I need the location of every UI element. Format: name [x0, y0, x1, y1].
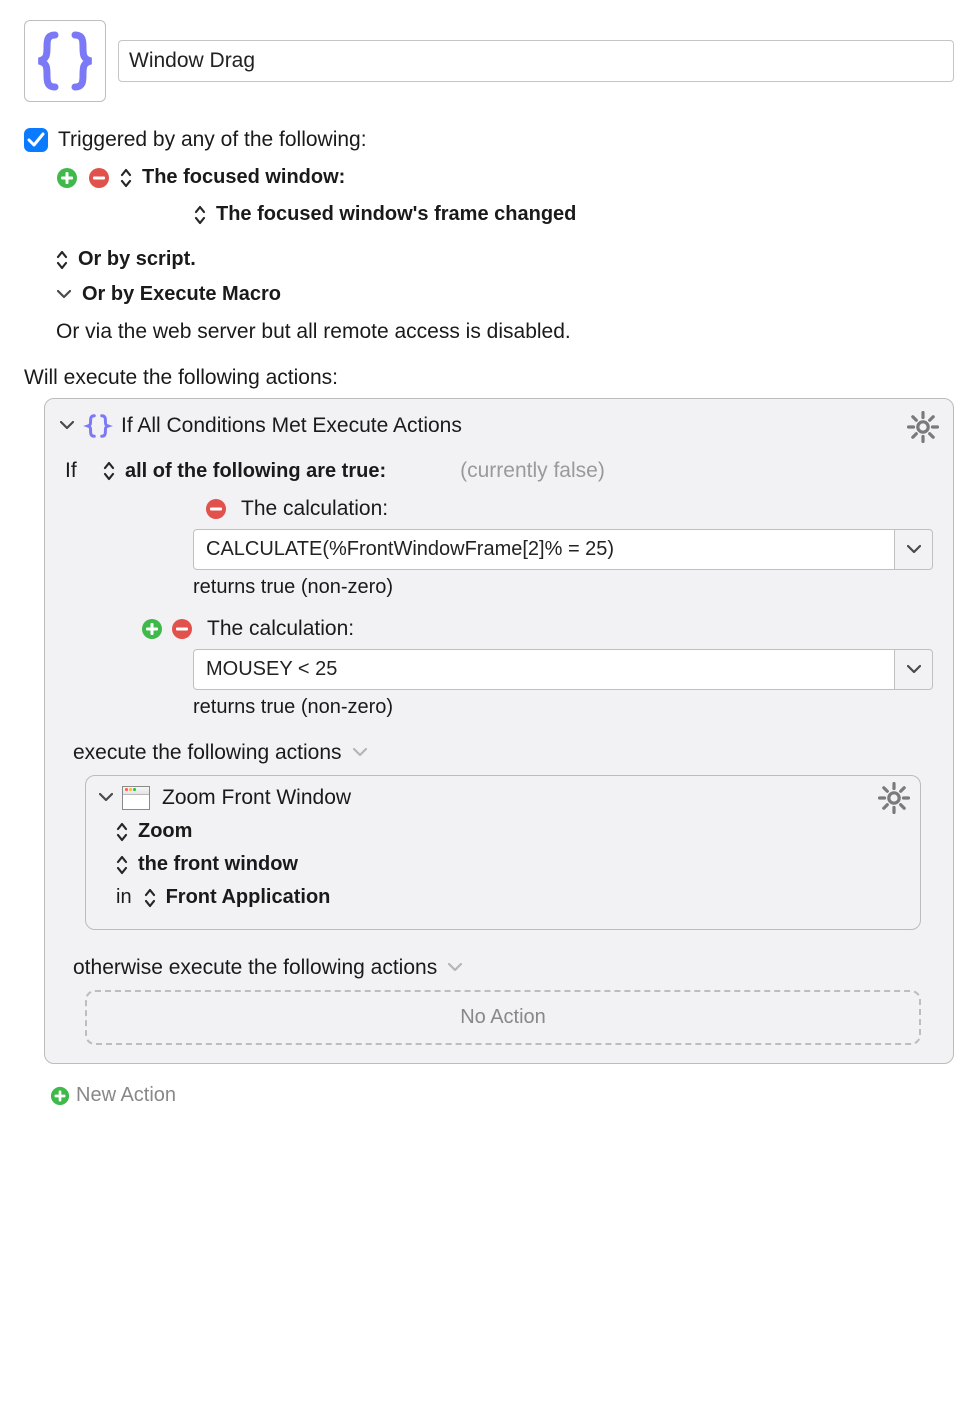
qualifier-select-icon[interactable]: [103, 461, 115, 481]
gear-icon[interactable]: [878, 782, 910, 814]
execute-options-icon[interactable]: [352, 745, 368, 761]
qualifier-label: all of the following are true:: [125, 460, 386, 483]
zoom-verb: Zoom: [138, 820, 192, 843]
remove-condition-icon[interactable]: [171, 618, 193, 640]
condition-label: The calculation:: [241, 497, 388, 521]
trigger-type-select-icon[interactable]: [120, 168, 132, 188]
gear-icon[interactable]: [907, 411, 939, 443]
or-script-select-icon[interactable]: [56, 250, 68, 270]
or-execute-disclosure-icon[interactable]: [56, 287, 72, 303]
returns-label: returns true (non-zero): [193, 576, 933, 599]
if-action-title: If All Conditions Met Execute Actions: [121, 414, 462, 438]
zoom-app-select-icon[interactable]: [144, 888, 156, 908]
returns-label: returns true (non-zero): [193, 696, 933, 719]
execute-label: execute the following actions: [73, 741, 342, 765]
calculation-token-dropdown[interactable]: [895, 529, 933, 570]
new-action-label[interactable]: New Action: [76, 1084, 176, 1107]
window-icon: [122, 786, 150, 810]
enabled-checkbox[interactable]: [24, 128, 48, 152]
zoom-app: Front Application: [166, 886, 331, 909]
remove-condition-icon[interactable]: [205, 498, 227, 520]
macro-icon[interactable]: [24, 20, 106, 102]
braces-icon: [83, 413, 113, 439]
status-hint: (currently false): [460, 459, 605, 483]
no-action-placeholder[interactable]: No Action: [85, 990, 921, 1045]
in-prefix: in: [116, 886, 132, 909]
or-execute-label: Or by Execute Macro: [82, 283, 281, 306]
if-prefix: If: [65, 459, 93, 483]
triggers-heading: Triggered by any of the following:: [58, 128, 367, 152]
zoom-disclosure-icon[interactable]: [98, 790, 114, 806]
calculation-token-dropdown[interactable]: [895, 649, 933, 690]
add-trigger-icon[interactable]: [56, 167, 78, 189]
macro-title-input[interactable]: [118, 40, 954, 82]
otherwise-label: otherwise execute the following actions: [73, 956, 437, 980]
or-script-label: Or by script.: [78, 248, 196, 271]
add-action-icon[interactable]: [50, 1086, 70, 1106]
zoom-target: the front window: [138, 853, 298, 876]
if-disclosure-icon[interactable]: [59, 418, 75, 434]
zoom-action-card: Zoom Front Window Zoom the front window …: [85, 775, 921, 930]
zoom-verb-select-icon[interactable]: [116, 822, 128, 842]
trigger-primary-detail: The focused window's frame changed: [216, 203, 576, 226]
remove-trigger-icon[interactable]: [88, 167, 110, 189]
trigger-event-select-icon[interactable]: [194, 205, 206, 225]
condition-label: The calculation:: [207, 617, 354, 641]
or-web-label: Or via the web server but all remote acc…: [56, 320, 571, 344]
otherwise-options-icon[interactable]: [447, 960, 463, 976]
trigger-primary-label: The focused window:: [142, 166, 345, 189]
zoom-target-select-icon[interactable]: [116, 855, 128, 875]
if-action-card: If All Conditions Met Execute Actions If…: [44, 398, 954, 1064]
add-condition-icon[interactable]: [141, 618, 163, 640]
zoom-action-title: Zoom Front Window: [162, 786, 351, 810]
calculation-input[interactable]: [193, 649, 895, 690]
calculation-input[interactable]: [193, 529, 895, 570]
actions-heading: Will execute the following actions:: [24, 366, 954, 390]
